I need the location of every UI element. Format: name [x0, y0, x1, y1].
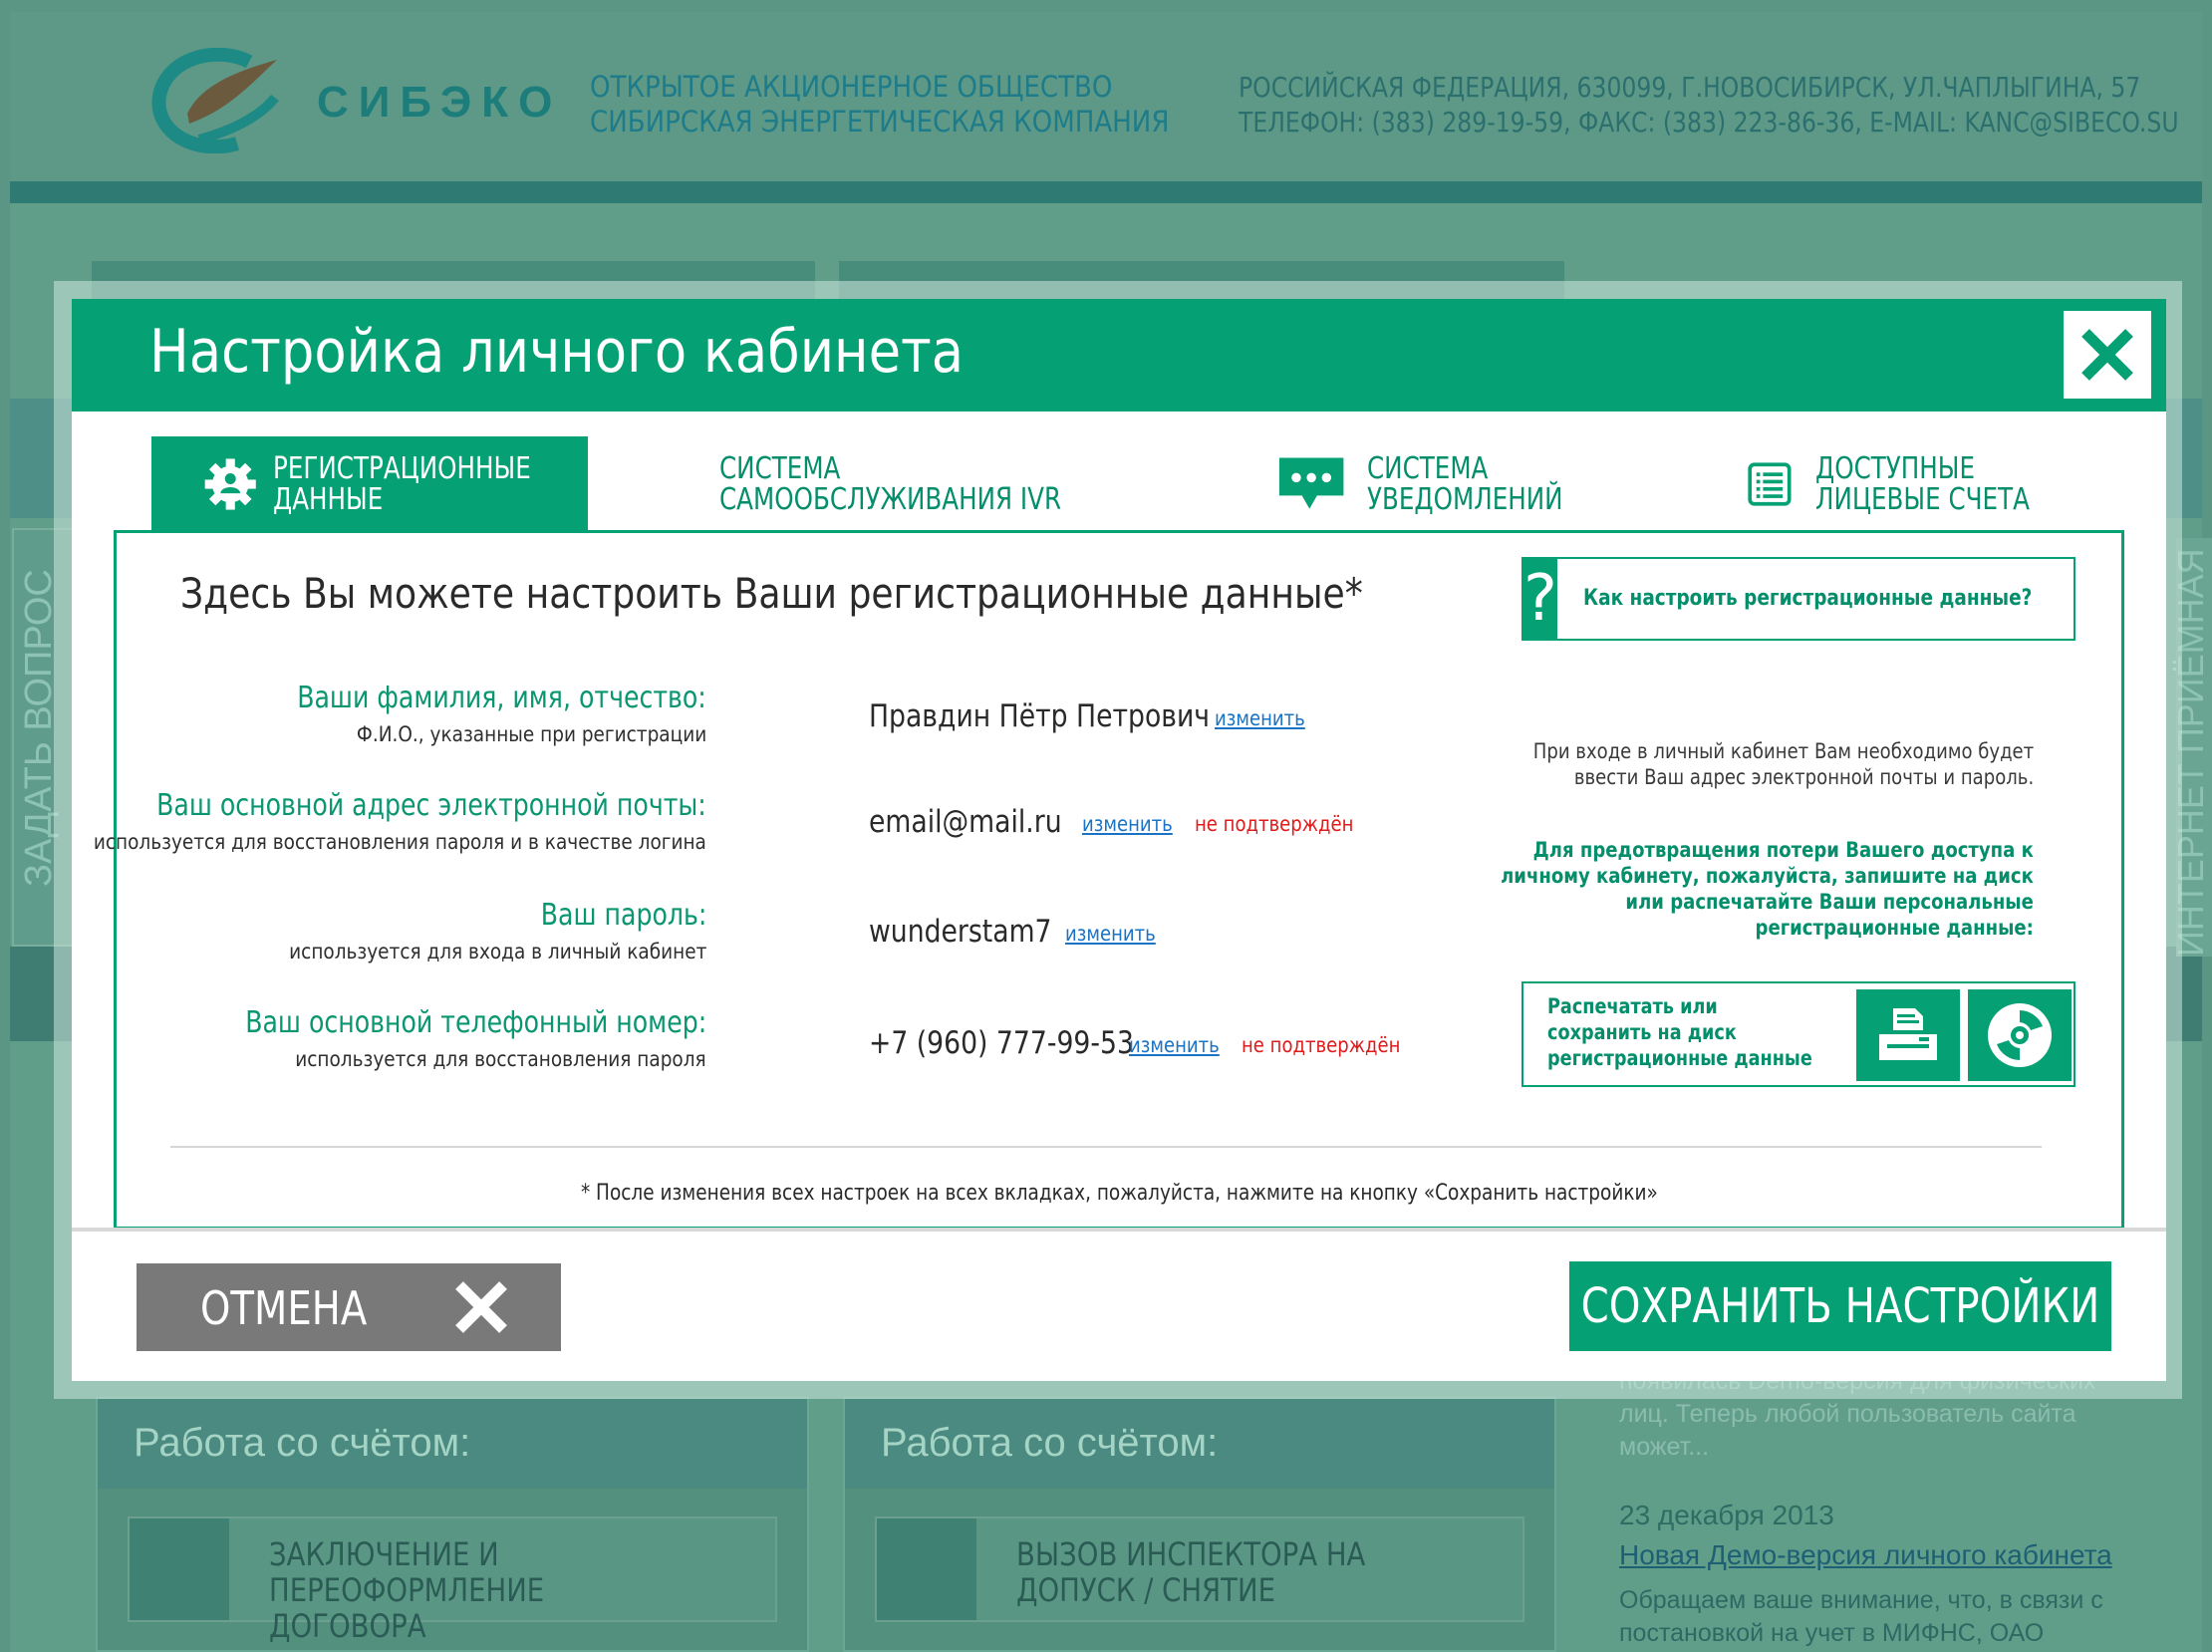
save-settings-button[interactable]: СОХРАНИТЬ НАСТРОЙКИ: [1569, 1261, 2111, 1351]
password-value: wunderstam7: [869, 914, 1052, 950]
footnote-text: * После изменения всех настроек на всех …: [580, 1181, 1658, 1206]
chat-icon: [1278, 457, 1344, 509]
phone-hint: используется для восстановления пароля: [295, 1047, 706, 1071]
news-text: Обращаем ваше внимание, что, в связи с п…: [1619, 1586, 2103, 1647]
printer-icon: [1879, 1008, 1937, 1060]
registration-panel: Здесь Вы можете настроить Ваши регистрац…: [94, 530, 2124, 1230]
panel-divider: [170, 1146, 2042, 1148]
email-value: email@mail.ru: [869, 804, 1062, 840]
phone-status: не подтверждён: [1242, 1033, 1401, 1057]
tab-label-line: УВЕДОМЛЕНИЙ: [1367, 482, 1563, 517]
company-name: ОТКРЫТОЕ АКЦИОНЕРНОЕ ОБЩЕСТВО СИБИРСКАЯ …: [590, 70, 1169, 139]
email-status: не подтверждён: [1195, 812, 1354, 836]
edit-email-link[interactable]: изменить: [1082, 812, 1173, 836]
modal-title: Настройка личного кабинета: [149, 317, 965, 387]
print-save-box: Распечатать или сохранить на диск регист…: [1521, 981, 2075, 1087]
tab-label-line: САМООБСЛУЖИВАНИЯ IVR: [719, 482, 1062, 517]
header-rule: [10, 181, 2202, 203]
tab-label-line: СИСТЕМА: [719, 451, 841, 486]
tab-label-line: РЕГИСТРАЦИОННЫЕ: [273, 451, 532, 486]
fio-value: Правдин Пётр Петрович: [869, 698, 1211, 734]
print-text-line: Распечатать или: [1547, 994, 1718, 1018]
sibeco-logo-icon[interactable]: [149, 48, 284, 153]
close-icon: [455, 1281, 507, 1333]
save-to-disk-button[interactable]: [1968, 989, 2072, 1081]
tab-label: СИСТЕМА УВЕДОМЛЕНИЙ: [1367, 453, 1563, 515]
tab-ivr[interactable]: СИСТЕМА САМООБСЛУЖИВАНИЯ IVR: [699, 436, 1118, 532]
tab-label: РЕГИСТРАЦИОННЫЕ ДАННЫЕ: [273, 453, 531, 515]
news-link[interactable]: Новая Демо-версия личного кабинета: [1619, 1539, 2112, 1571]
help-button[interactable]: ? Как настроить регистрационные данные?: [1521, 557, 2075, 641]
news-date: 23 декабря 2013: [1619, 1500, 1834, 1530]
note-line: При входе в личный кабинет Вам необходим…: [1532, 739, 2034, 763]
account-card-title: Работа со счётом:: [134, 1421, 471, 1465]
contract-item[interactable]: ЗАКЛЮЧЕНИЕ И ПЕРЕОФОРМЛЕНИЕ ДОГОВОРА: [128, 1516, 777, 1644]
inspector-item[interactable]: ВЫЗОВ ИНСПЕКТОРА НА ДОПУСК / СНЯТИЕ: [875, 1516, 1524, 1622]
account-card: Работа со счётом: ЗАКЛЮЧЕНИЕ И ПЕРЕОФОРМ…: [96, 1397, 809, 1652]
modal-header: Настройка личного кабинета: [72, 299, 2166, 412]
inspector-item-label: ВЫЗОВ ИНСПЕКТОРА НА ДОПУСК / СНЯТИЕ: [1016, 1535, 1366, 1609]
tab-registration-data[interactable]: РЕГИСТРАЦИОННЫЕ ДАННЫЕ: [151, 436, 588, 532]
contacts-line: РОССИЙСКАЯ ФЕДЕРАЦИЯ, 630099, Г.НОВОСИБИ…: [1239, 71, 2141, 104]
company-line: ОТКРЫТОЕ АКЦИОНЕРНОЕ ОБЩЕСТВО: [590, 70, 1113, 104]
note-line: ввести Ваш адрес электронной почты и пар…: [1573, 765, 2034, 789]
print-save-text: Распечатать или сохранить на диск регист…: [1547, 993, 1812, 1071]
phone-value: +7 (960) 777-99-53: [869, 1025, 1134, 1061]
note-line: регистрационные данные:: [1755, 916, 2034, 940]
tab-accounts[interactable]: ДОСТУПНЫЕ ЛИЦЕВЫЕ СЧЕТА: [1748, 436, 2076, 532]
print-text-line: сохранить на диск: [1547, 1020, 1737, 1044]
company-line: СИБИРСКАЯ ЭНЕРГЕТИЧЕСКАЯ КОМПАНИЯ: [590, 105, 1170, 138]
fio-label: Ваши фамилия, имя, отчество:: [297, 681, 706, 715]
logo-text: СИБЭКО: [317, 78, 563, 127]
disk-icon: [1988, 1003, 2052, 1067]
fio-hint: Ф.И.О., указанные при регистрации: [356, 722, 706, 746]
edit-phone-link[interactable]: изменить: [1129, 1033, 1220, 1057]
contacts-line: ТЕЛЕФОН: (383) 289-19-59, ФАКС: (383) 22…: [1239, 106, 2179, 138]
settings-modal: Настройка личного кабинета РЕГИСТРАЦИОНН…: [72, 299, 2166, 1381]
print-button[interactable]: [1856, 989, 1960, 1081]
edit-fio-link[interactable]: изменить: [1215, 706, 1305, 730]
account-card-header: Работа со счётом:: [845, 1399, 1554, 1489]
gear-icon: [204, 458, 256, 510]
footer-separator: [72, 1228, 2166, 1232]
contract-item-label: ЗАКЛЮЧЕНИЕ И ПЕРЕОФОРМЛЕНИЕ ДОГОВОРА: [269, 1535, 545, 1645]
account-card-header: Работа со счётом:: [98, 1399, 807, 1489]
note-line: личному кабинету, пожалуйста, запишите н…: [1501, 864, 2034, 888]
list-icon: [1748, 462, 1792, 506]
close-button[interactable]: [2064, 311, 2151, 399]
company-contacts: РОССИЙСКАЯ ФЕДЕРАЦИЯ, 630099, Г.НОВОСИБИ…: [1239, 70, 2179, 139]
note-line: Для предотвращения потери Вашего доступа…: [1532, 838, 2034, 862]
password-hint: используется для входа в личный кабинет: [288, 940, 706, 964]
save-settings-label: СОХРАНИТЬ НАСТРОЙКИ: [1580, 1278, 2100, 1334]
close-icon: [2081, 329, 2133, 381]
account-card-title: Работа со счётом:: [881, 1421, 1219, 1465]
save-data-note: Для предотвращения потери Вашего доступа…: [1501, 837, 2034, 941]
panel-intro: Здесь Вы можете настроить Ваши регистрац…: [180, 569, 1363, 618]
note-line: или распечатайте Ваши персональные: [1625, 890, 2034, 914]
login-note: При входе в личный кабинет Вам необходим…: [1533, 738, 2034, 790]
user-card-icon: [130, 1518, 229, 1620]
email-label: Ваш основной адрес электронной почты:: [156, 788, 706, 823]
edit-password-link[interactable]: изменить: [1065, 922, 1156, 946]
tab-label-line: СИСТЕМА: [1367, 451, 1489, 486]
phone-label: Ваш основной телефонный номер:: [245, 1005, 706, 1040]
cancel-button[interactable]: ОТМЕНА: [137, 1263, 561, 1351]
password-label: Ваш пароль:: [540, 898, 706, 933]
save-footnote: * После изменения всех настроек на всех …: [117, 1181, 2121, 1206]
tab-label-line: ДОСТУПНЫЕ: [1814, 451, 1975, 486]
question-icon: ?: [1523, 559, 1557, 639]
tab-label-line: ДАННЫЕ: [273, 482, 384, 517]
tab-notifications[interactable]: СИСТЕМА УВЕДОМЛЕНИЙ: [1277, 436, 1606, 532]
tab-label: СИСТЕМА САМООБСЛУЖИВАНИЯ IVR: [719, 453, 1061, 515]
cancel-label: ОТМЕНА: [200, 1281, 368, 1335]
inspector-icon: [877, 1518, 976, 1620]
tab-label-line: ЛИЦЕВЫЕ СЧЕТА: [1814, 482, 2030, 517]
tab-label: ДОСТУПНЫЕ ЛИЦЕВЫЕ СЧЕТА: [1815, 453, 2030, 515]
help-text: Как настроить регистрационные данные?: [1582, 586, 2033, 611]
account-card: Работа со счётом: ВЫЗОВ ИНСПЕКТОРА НА ДО…: [843, 1397, 1556, 1652]
email-hint: используется для восстановления пароля и…: [93, 830, 706, 854]
print-text-line: регистрационные данные: [1547, 1046, 1812, 1070]
